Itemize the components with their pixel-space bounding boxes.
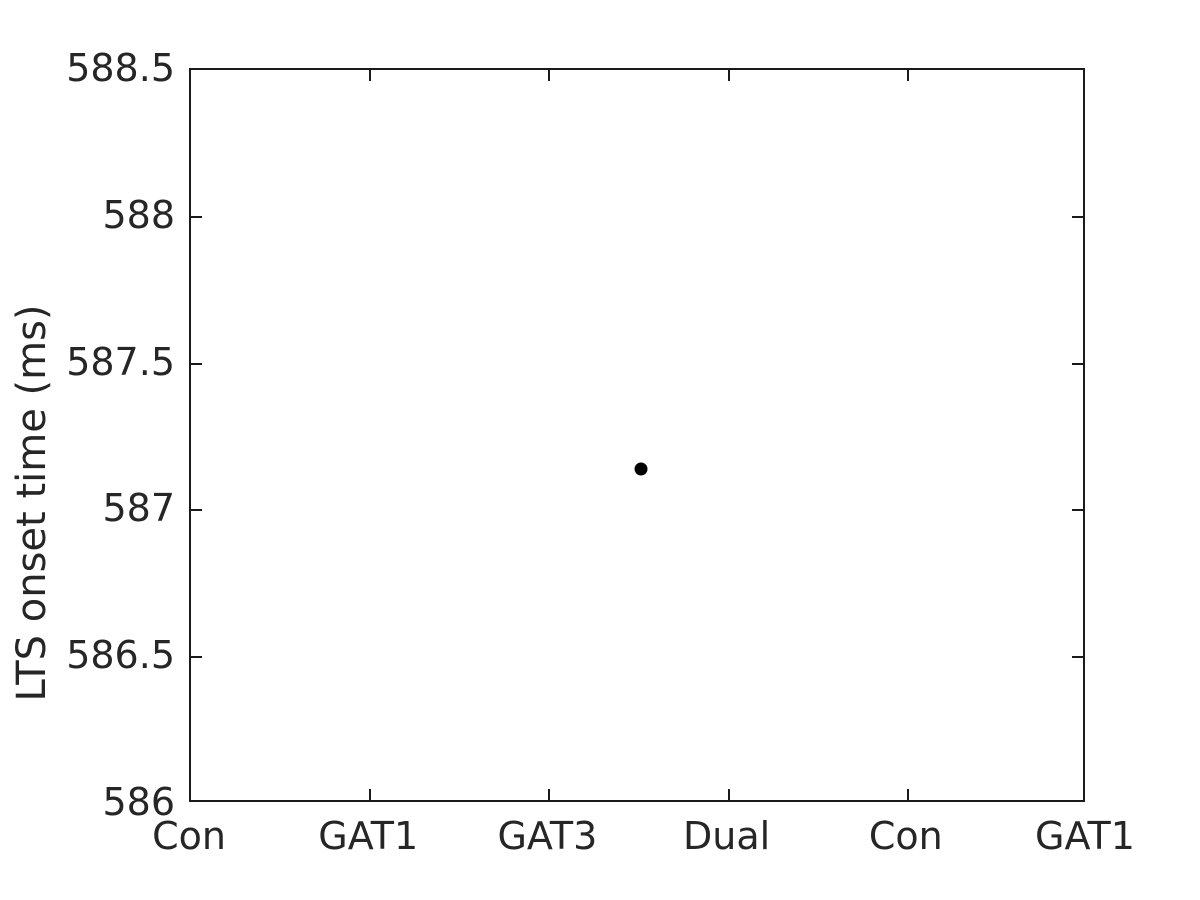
x-tick-mark xyxy=(906,789,909,800)
x-tick-label: GAT1 xyxy=(1035,814,1135,858)
x-tick-label: Con xyxy=(868,814,943,858)
x-tick-mark xyxy=(369,789,372,800)
x-tick-mark xyxy=(548,70,551,81)
y-tick-label: 587 xyxy=(102,486,175,531)
y-tick-mark xyxy=(191,215,202,218)
y-tick-label: 586.5 xyxy=(66,633,175,678)
y-tick-mark xyxy=(1072,509,1083,512)
x-tick-label: GAT3 xyxy=(497,814,598,858)
y-tick-mark xyxy=(1072,362,1083,365)
y-tick-mark xyxy=(191,362,202,365)
y-tick-mark xyxy=(191,509,202,512)
data-point[interactable] xyxy=(634,462,648,476)
x-tick-mark xyxy=(548,789,551,800)
y-tick-label: 588.5 xyxy=(66,46,175,90)
plot-area[interactable] xyxy=(189,68,1085,802)
y-tick-mark xyxy=(1072,656,1083,659)
x-tick-mark xyxy=(906,70,909,81)
y-tick-label: 587.5 xyxy=(66,339,175,384)
x-tick-mark xyxy=(369,70,372,81)
x-tick-label: GAT1 xyxy=(318,814,419,858)
x-tick-label: Dual xyxy=(682,814,771,858)
y-axis-title: LTS onset time (ms) xyxy=(9,304,55,702)
y-tick-mark xyxy=(1072,215,1083,218)
figure-canvas: LTS onset time (ms) 588.5 588 587.5 587 586.… xyxy=(0,0,1200,900)
x-tick-mark xyxy=(727,789,730,800)
y-tick-label: 588 xyxy=(102,192,175,237)
y-axis-title-container: LTS onset time (ms) xyxy=(4,68,55,802)
y-tick-mark xyxy=(191,656,202,659)
x-tick-label: Con xyxy=(152,814,226,858)
x-tick-mark xyxy=(727,70,730,81)
